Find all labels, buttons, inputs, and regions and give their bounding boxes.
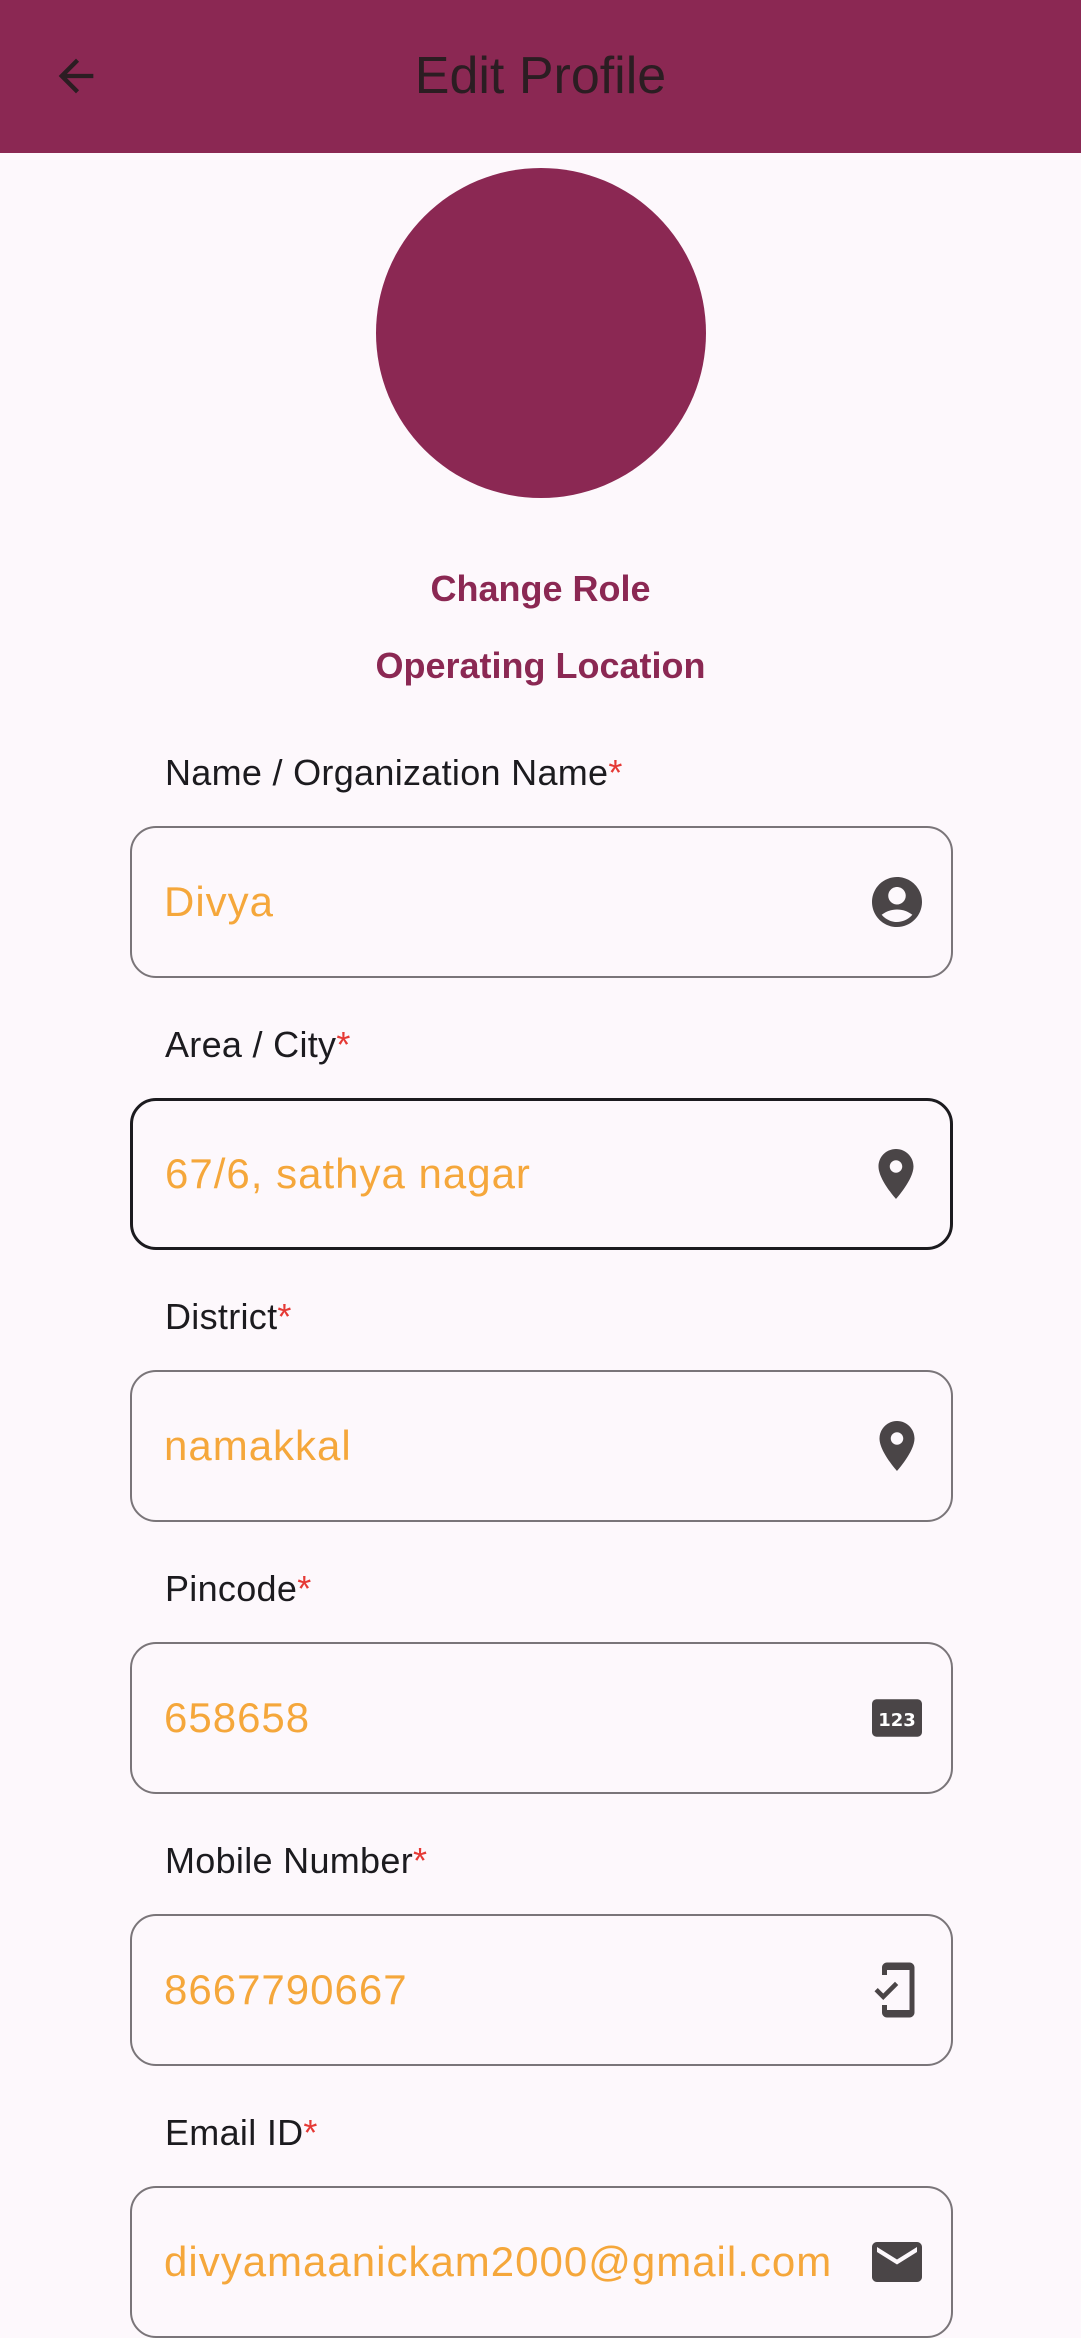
numbers-icon: 123 <box>865 1686 929 1750</box>
location-pin-icon <box>864 1142 928 1206</box>
name-field-label: Name / Organization Name* <box>165 752 623 793</box>
name-field-value: Divya <box>164 878 275 925</box>
operating-location-link[interactable]: Operating Location <box>0 645 1081 687</box>
mobile-number-field[interactable]: 8667790667 <box>130 1914 953 2066</box>
name-field[interactable]: Divya <box>130 826 953 978</box>
required-asterisk: * <box>608 752 623 793</box>
email-icon <box>865 2230 929 2294</box>
area-city-field-label: Area / City* <box>165 1024 351 1065</box>
arrow-back-icon <box>58 58 94 94</box>
area-city-field[interactable]: 67/6, sathya nagar <box>130 1098 953 1250</box>
account-circle-icon <box>865 870 929 934</box>
email-field-label: Email ID* <box>165 2112 318 2153</box>
district-field-value: namakkal <box>164 1422 352 1469</box>
required-asterisk: * <box>336 1024 351 1065</box>
app-bar: Edit Profile <box>0 0 1081 153</box>
email-field-value: divyamaanickam2000@gmail.com <box>164 2238 833 2285</box>
required-asterisk: * <box>277 1296 292 1337</box>
district-field-label: District* <box>165 1296 292 1337</box>
back-button[interactable] <box>36 36 116 116</box>
change-role-link[interactable]: Change Role <box>0 568 1081 610</box>
svg-text:123: 123 <box>878 1710 916 1731</box>
email-field[interactable]: divyamaanickam2000@gmail.com <box>130 2186 953 2338</box>
pincode-field-value: 658658 <box>164 1694 311 1741</box>
area-city-field-value: 67/6, sathya nagar <box>165 1150 531 1197</box>
required-asterisk: * <box>413 1840 428 1881</box>
location-pin-icon <box>865 1414 929 1478</box>
mobile-number-field-label: Mobile Number* <box>165 1840 428 1881</box>
pincode-field[interactable]: 658658 123 <box>130 1642 953 1794</box>
profile-avatar[interactable] <box>376 168 706 498</box>
required-asterisk: * <box>303 2112 318 2153</box>
phone-check-icon <box>865 1958 929 2022</box>
required-asterisk: * <box>297 1568 312 1609</box>
district-field[interactable]: namakkal <box>130 1370 953 1522</box>
mobile-number-field-value: 8667790667 <box>164 1966 408 2013</box>
page-title: Edit Profile <box>414 47 667 105</box>
pincode-field-label: Pincode* <box>165 1568 312 1609</box>
